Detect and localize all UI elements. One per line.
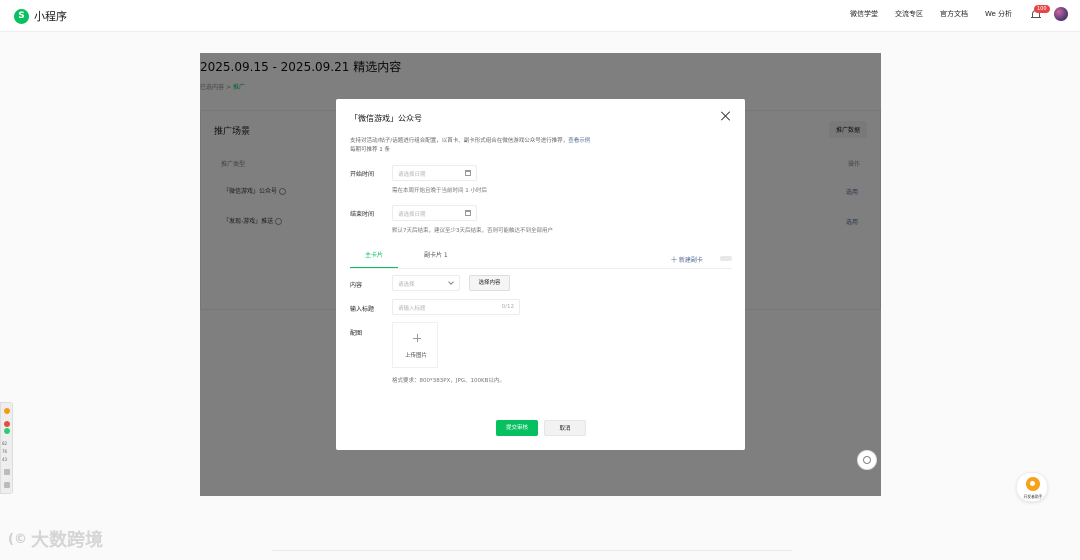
modal-description: 支持对活动/帖子/话题进行组合配置，以首卡、副卡形式组合在微信游戏公众号进行推荐… xyxy=(350,137,590,155)
desc-text: 支持对活动/帖子/话题进行组合配置，以首卡、副卡形式组合在微信游戏公众号进行推荐… xyxy=(350,138,569,144)
modal-title: 「微信游戏」公众号 xyxy=(350,114,422,123)
top-nav: 微信学堂 交流专区 官方文档 We 分析 100 xyxy=(833,5,1068,21)
end-time-label: 结束时间 xyxy=(350,211,375,218)
footer-divider xyxy=(272,550,792,551)
calendar-icon xyxy=(465,210,471,216)
plus-icon xyxy=(413,334,421,342)
tool-orange-icon[interactable] xyxy=(4,408,10,414)
image-upload[interactable]: 上传图片 xyxy=(392,322,438,368)
chevron-down-icon xyxy=(448,279,454,285)
tab-main-card[interactable]: 主卡片 xyxy=(365,250,383,259)
bell-base xyxy=(1031,17,1041,18)
end-time-hint: 默认7天后结束，建议至少3天后结束，否则可能触达不到全部用户 xyxy=(392,228,554,234)
desc-limit: 每期可推荐 1 条 xyxy=(350,147,390,153)
calendar-icon xyxy=(465,170,471,176)
content-label: 内容 xyxy=(350,282,363,289)
tool-stat: 76 xyxy=(2,449,8,454)
assistant-label: 开发者助手 xyxy=(1023,494,1043,499)
example-link[interactable]: 查看示例 xyxy=(568,138,590,144)
add-sub-card-link[interactable]: 十 新建副卡 xyxy=(671,255,703,264)
content-select[interactable]: 请选择 xyxy=(392,275,460,291)
char-counter: 0/12 xyxy=(501,304,514,310)
tab-divider xyxy=(350,268,732,269)
tool-green-icon[interactable] xyxy=(4,428,10,434)
tab-scroll-handle[interactable] xyxy=(720,256,732,261)
promo-modal: 「微信游戏」公众号 支持对活动/帖子/话题进行组合配置，以首卡、副卡形式组合在微… xyxy=(336,99,745,450)
start-date-placeholder: 请选择日期 xyxy=(398,172,426,178)
avatar[interactable] xyxy=(1054,7,1068,21)
top-bar: S 小程序 微信学堂 交流专区 官方文档 We 分析 100 xyxy=(0,0,1080,32)
content-placeholder: 请选择 xyxy=(398,282,415,288)
nav-item-analytics[interactable]: We 分析 xyxy=(985,9,1012,19)
active-tab-indicator xyxy=(350,267,398,268)
location-button[interactable] xyxy=(857,450,877,470)
tool-screen-icon[interactable] xyxy=(4,469,10,475)
tool-red-icon[interactable] xyxy=(4,421,10,427)
nav-item-docs[interactable]: 官方文档 xyxy=(940,9,968,19)
nav-item-academy[interactable]: 微信学堂 xyxy=(850,9,878,19)
developer-assistant-button[interactable]: 开发者助手 xyxy=(1016,472,1048,502)
start-time-hint: 需在本周开始且晚于当前时间 1 小时后 xyxy=(392,188,487,194)
nav-item-community[interactable]: 交流专区 xyxy=(895,9,923,19)
tab-sub-card-1[interactable]: 副卡片 1 xyxy=(424,250,448,259)
end-date-placeholder: 请选择日期 xyxy=(398,212,426,218)
title-input-label: 输入标题 xyxy=(350,306,375,313)
cancel-button[interactable]: 取消 xyxy=(544,420,586,436)
upload-label: 上传图片 xyxy=(404,353,427,359)
watermark-text: 大数跨境 xyxy=(30,530,103,551)
start-time-label: 开始时间 xyxy=(350,171,375,178)
image-label: 配图 xyxy=(350,330,363,337)
side-toolbar: 82 76 43 xyxy=(0,402,13,494)
title-placeholder: 请输入标题 xyxy=(398,306,426,312)
watermark-logo: (© xyxy=(8,531,27,547)
submit-review-button[interactable]: 提交审核 xyxy=(496,420,538,436)
title-input[interactable]: 请输入标题 0/12 xyxy=(392,299,520,315)
choose-content-button[interactable]: 选择内容 xyxy=(469,275,510,291)
close-icon[interactable] xyxy=(721,111,731,121)
mini-program-icon: S xyxy=(14,8,29,24)
tool-stat: 43 xyxy=(2,457,8,462)
notification-badge: 100 xyxy=(1034,5,1050,13)
start-date-picker[interactable]: 请选择日期 xyxy=(392,165,477,181)
target-icon xyxy=(863,456,871,464)
image-format-hint: 格式要求：800*383PX，JPG、100KB以内。 xyxy=(392,378,505,384)
app-name: 小程序 xyxy=(34,10,67,23)
end-date-picker[interactable]: 请选择日期 xyxy=(392,205,477,221)
notification-bell-icon[interactable]: 100 xyxy=(1031,5,1050,20)
tool-camera-icon[interactable] xyxy=(4,482,10,488)
tool-stat: 82 xyxy=(2,441,8,446)
app-logo[interactable]: S 小程序 xyxy=(14,8,67,24)
watermark: (© 大数跨境 xyxy=(8,526,103,552)
assistant-icon xyxy=(1026,477,1040,491)
